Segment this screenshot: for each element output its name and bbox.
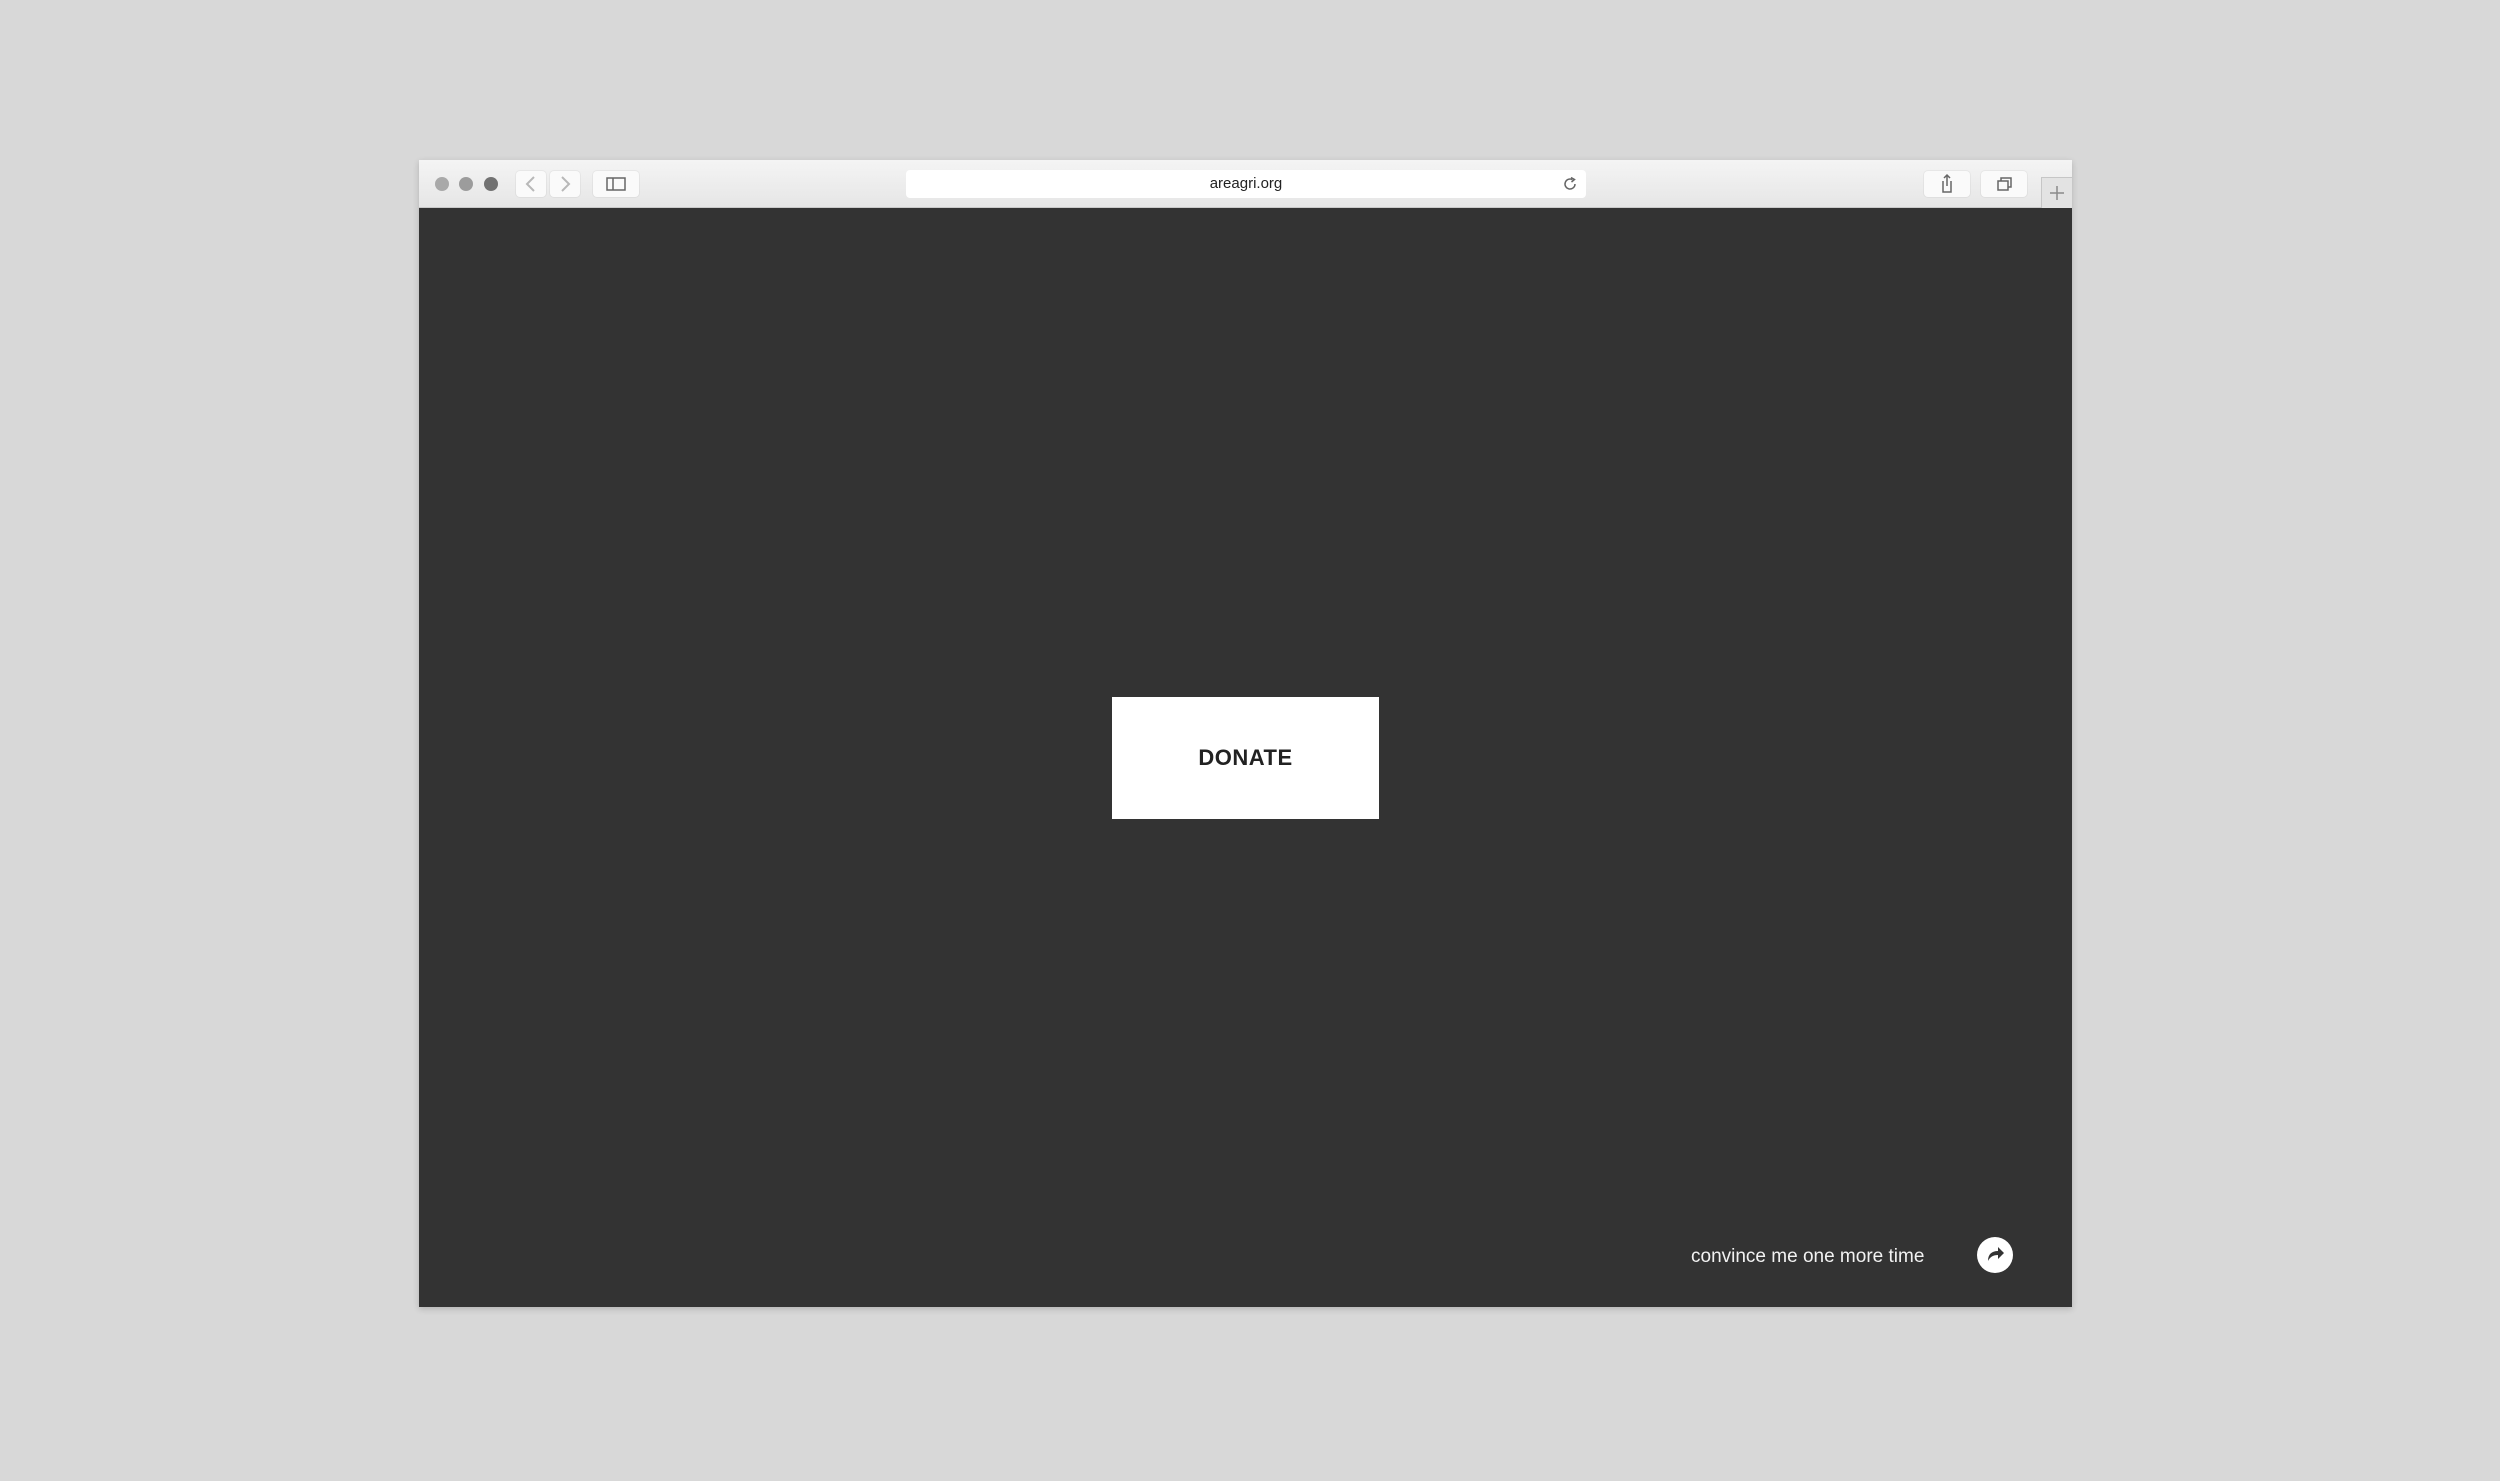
new-tab-button[interactable] [2041,177,2072,208]
sidebar-icon [606,177,626,191]
share-icon [1942,173,1952,193]
reload-icon[interactable] [1562,176,1578,192]
sidebar-toggle-button[interactable] [593,171,639,197]
share-button[interactable] [1924,171,1970,197]
forward-arrow-icon [1988,1247,2004,1261]
url-text: areagri.org [1209,175,1283,192]
address-bar[interactable]: areagri.org [906,170,1586,198]
chevron-left-icon [525,176,535,192]
forward-button[interactable] [550,171,580,197]
donate-button[interactable]: DONATE [1112,697,1379,819]
convince-link[interactable]: convince me one more time [1691,1245,1924,1269]
close-window-button[interactable] [435,177,449,191]
share-forward-button[interactable] [1977,1237,2013,1273]
back-button[interactable] [516,171,546,197]
browser-window: areagri.org DONATE convince me one more … [419,160,2072,1307]
chevron-right-icon [561,176,571,192]
browser-toolbar: areagri.org [419,160,2072,208]
zoom-window-button[interactable] [484,177,498,191]
minimize-window-button[interactable] [459,177,473,191]
tabs-overview-icon [1997,177,2012,191]
plus-icon [2050,186,2064,200]
tab-overview-button[interactable] [1981,171,2027,197]
page-content: DONATE convince me one more time [419,208,2072,1307]
